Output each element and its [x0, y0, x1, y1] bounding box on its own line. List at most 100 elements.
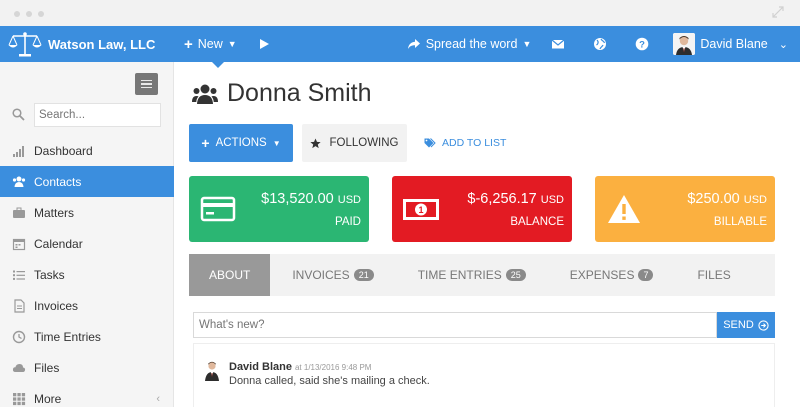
- sidebar: Dashboard Contacts Matters Calendar Task…: [0, 62, 181, 407]
- paid-amount: $13,520.00 USD: [261, 191, 361, 207]
- sidebar-item-label: Contacts: [34, 174, 82, 189]
- svg-text:?: ?: [639, 39, 645, 50]
- sidebar-toggle-button[interactable]: [135, 73, 158, 95]
- users-icon: [192, 84, 218, 104]
- expand-icon[interactable]: [772, 6, 784, 18]
- count-badge: 21: [353, 269, 374, 281]
- main-content: Donna Smith + ACTIONS ▼ FOLLOWING ADD TO…: [174, 62, 800, 407]
- sidebar-item-files[interactable]: Files: [0, 352, 174, 383]
- globe-icon: [594, 38, 607, 50]
- avatar: [203, 359, 221, 381]
- sidebar-item-tasks[interactable]: Tasks: [0, 259, 174, 290]
- credit-card-icon: [200, 196, 236, 222]
- avatar: [673, 33, 696, 55]
- chevron-down-icon: ⌄: [778, 38, 788, 51]
- count-badge: 7: [638, 269, 654, 281]
- following-button[interactable]: FOLLOWING: [302, 124, 407, 162]
- chevron-down-icon: ▼: [227, 39, 237, 49]
- post-input[interactable]: [193, 312, 717, 338]
- new-menu[interactable]: + New ▼: [184, 36, 237, 53]
- plus-icon: +: [201, 135, 210, 151]
- list-icon: [13, 270, 25, 280]
- search-input[interactable]: [34, 103, 161, 127]
- help-button[interactable]: ?: [635, 37, 649, 51]
- sidebar-item-more[interactable]: More ‹: [0, 383, 174, 407]
- calendar-icon: [12, 238, 26, 250]
- bar-chart-icon: [13, 145, 24, 157]
- tab-files[interactable]: FILES: [675, 254, 752, 296]
- warning-icon: [608, 195, 640, 223]
- spread-label: Spread the word: [425, 37, 518, 51]
- tab-label: TIME ENTRIES: [417, 268, 502, 282]
- balance-stat-card[interactable]: 1 $-6,256.17 USD BALANCE: [392, 176, 572, 242]
- tab-label: ABOUT: [209, 268, 251, 282]
- tab-expenses[interactable]: EXPENSES 7: [548, 254, 676, 296]
- send-label: SEND: [723, 319, 754, 331]
- page-header: Donna Smith: [192, 79, 372, 108]
- app-window: Watson Law, LLC + New ▼ Spread the word …: [0, 0, 800, 407]
- window-dot[interactable]: [26, 11, 32, 17]
- user-menu[interactable]: David Blane ⌄: [673, 33, 788, 55]
- chevron-left-icon: ‹: [156, 392, 160, 405]
- billable-stat-card[interactable]: $250.00 USD BILLABLE: [595, 176, 775, 242]
- scales-of-justice-icon: [8, 32, 42, 57]
- star-icon: [310, 137, 322, 148]
- tags-icon: [424, 138, 436, 148]
- tab-time-entries[interactable]: TIME ENTRIES 25: [396, 254, 548, 296]
- sidebar-item-label: More: [34, 391, 62, 406]
- brand[interactable]: Watson Law, LLC: [0, 26, 174, 62]
- add-to-list-label: ADD TO LIST: [442, 137, 507, 149]
- arrow-circle-right-icon: [758, 319, 769, 331]
- page-title: Donna Smith: [227, 79, 372, 107]
- sidebar-nav: Dashboard Contacts Matters Calendar Task…: [0, 135, 181, 407]
- billable-amount: $250.00 USD: [687, 191, 767, 207]
- activity-feed: David Blane at 1/13/2016 9:48 PM Donna ca…: [193, 343, 775, 407]
- svg-text:1: 1: [418, 205, 423, 215]
- following-label: FOLLOWING: [329, 137, 399, 149]
- tab-label: INVOICES: [292, 268, 350, 282]
- send-button[interactable]: SEND: [717, 312, 775, 338]
- window-dot[interactable]: [38, 11, 44, 17]
- sidebar-item-label: Dashboard: [34, 143, 93, 158]
- tab-invoices[interactable]: INVOICES 21: [270, 254, 395, 296]
- feed-author[interactable]: David Blane at 1/13/2016 9:48 PM: [229, 361, 371, 373]
- tab-about[interactable]: ABOUT: [189, 254, 271, 296]
- paid-label: PAID: [335, 216, 361, 228]
- sidebar-item-contacts[interactable]: Contacts: [0, 166, 181, 197]
- window-chrome: [0, 0, 800, 26]
- sidebar-item-matters[interactable]: Matters: [0, 197, 174, 228]
- cloud-icon: [12, 363, 26, 372]
- sidebar-item-label: Matters: [34, 205, 75, 220]
- share-icon: [407, 39, 420, 49]
- briefcase-icon: [13, 207, 25, 218]
- play-icon: [259, 39, 269, 49]
- spread-the-word-menu[interactable]: Spread the word ▼: [407, 37, 532, 51]
- search-icon: [12, 108, 25, 121]
- actions-label: ACTIONS: [215, 137, 267, 149]
- paid-stat-card[interactable]: $13,520.00 USD PAID: [189, 176, 369, 242]
- sidebar-item-calendar[interactable]: Calendar: [0, 228, 174, 259]
- sidebar-item-invoices[interactable]: Invoices: [0, 290, 174, 321]
- count-badge: 25: [505, 269, 526, 281]
- add-to-list-link[interactable]: ADD TO LIST: [424, 124, 506, 162]
- globe-button[interactable]: [593, 37, 607, 51]
- sidebar-item-dashboard[interactable]: Dashboard: [0, 135, 174, 166]
- feed-timestamp: at 1/13/2016 9:48 PM: [294, 363, 372, 372]
- document-icon: [14, 298, 25, 313]
- play-button[interactable]: [257, 37, 271, 51]
- actions-button[interactable]: + ACTIONS ▼: [189, 124, 293, 162]
- plus-icon: +: [184, 35, 193, 53]
- chevron-down-icon: ▼: [522, 39, 532, 49]
- menu-caret: [212, 62, 224, 68]
- tab-label: FILES: [697, 268, 731, 282]
- billable-label: BILLABLE: [713, 216, 767, 228]
- sidebar-item-time-entries[interactable]: Time Entries: [0, 321, 174, 352]
- sidebar-item-label: Tasks: [34, 267, 65, 282]
- sidebar-item-label: Invoices: [34, 298, 79, 313]
- new-label: New: [197, 37, 223, 51]
- messages-button[interactable]: [551, 37, 565, 51]
- feed-message: Donna called, said she's mailing a check…: [229, 375, 430, 387]
- users-icon: [12, 176, 26, 187]
- top-navbar: Watson Law, LLC + New ▼ Spread the word …: [0, 26, 800, 62]
- window-dot[interactable]: [14, 11, 20, 17]
